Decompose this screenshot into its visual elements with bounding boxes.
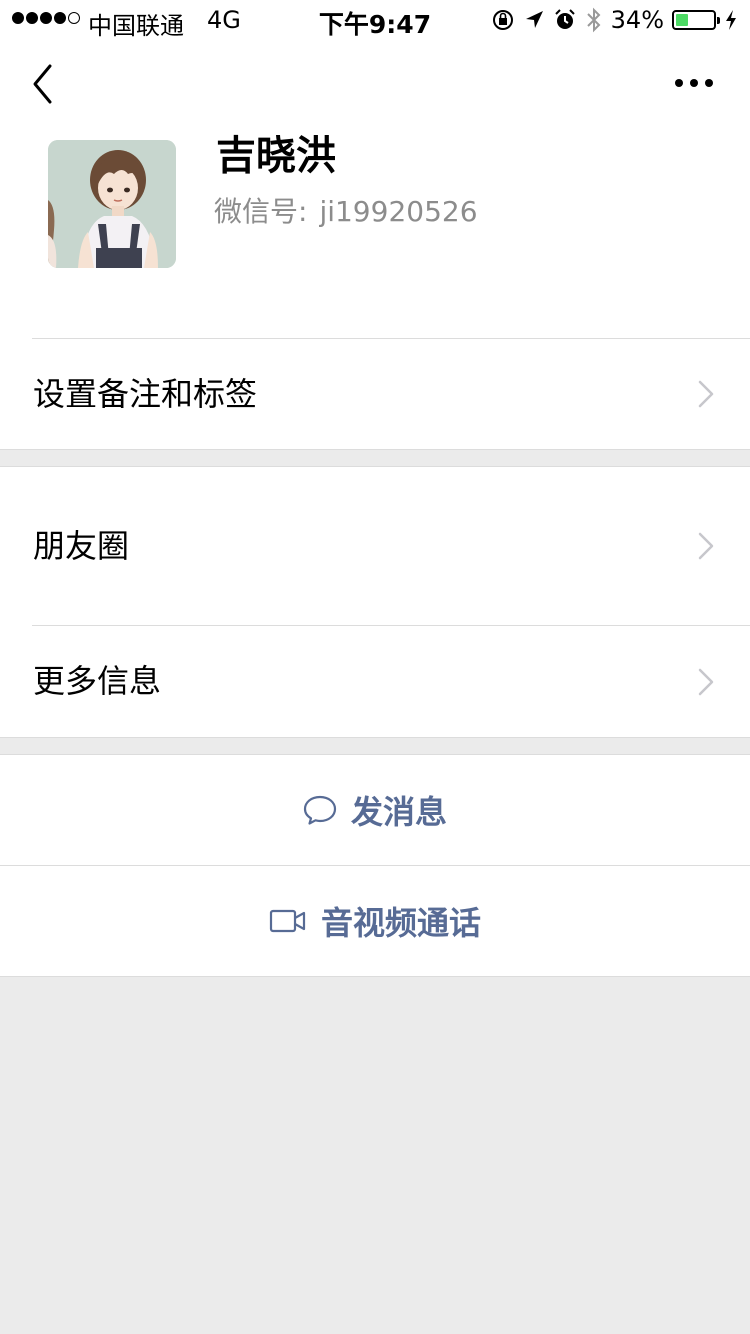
- chevron-right-icon: [698, 668, 714, 696]
- chevron-right-icon: [698, 380, 714, 408]
- divider: [0, 449, 750, 450]
- chevron-right-icon: [698, 532, 714, 560]
- more-info-label: 更多信息: [33, 662, 162, 700]
- bluetooth-icon: [586, 7, 601, 33]
- wechat-id-label: 微信号:: [214, 195, 308, 228]
- avatar[interactable]: [48, 140, 176, 268]
- send-message-button[interactable]: 发消息: [0, 755, 750, 865]
- charging-bolt-icon: [726, 10, 736, 30]
- battery-icon: [672, 10, 720, 30]
- back-button[interactable]: [30, 62, 70, 106]
- divider: [0, 737, 750, 738]
- battery-percentage: 34%: [610, 6, 664, 34]
- alarm-icon: [554, 9, 575, 29]
- battery-level-fill: [676, 14, 688, 26]
- location-arrow-icon: [525, 11, 543, 28]
- status-bar: 中国联通 4G 下午9:47 34%: [0, 0, 750, 40]
- profile-name: 吉晓洪: [216, 133, 336, 179]
- video-camera-icon: [269, 909, 306, 933]
- avatar-illustration: [48, 140, 176, 268]
- more-options-button[interactable]: [670, 76, 718, 90]
- send-message-label: 发消息: [350, 793, 447, 831]
- wechat-id: 微信号: ji19920526: [214, 192, 478, 232]
- moments-label: 朋友圈: [33, 527, 130, 565]
- video-call-button[interactable]: 音视频通话: [0, 866, 750, 976]
- more-info-row[interactable]: 更多信息: [0, 625, 750, 737]
- moments-row[interactable]: 朋友圈: [0, 467, 750, 625]
- remarks-tags-row[interactable]: 设置备注和标签: [0, 339, 750, 449]
- video-call-label: 音视频通话: [320, 904, 481, 942]
- chat-bubble-icon: [303, 795, 337, 825]
- wechat-id-value: ji19920526: [319, 195, 478, 228]
- divider: [0, 976, 750, 977]
- divider: [32, 625, 750, 626]
- orientation-lock-icon: [492, 10, 513, 30]
- remarks-tags-label: 设置备注和标签: [33, 375, 258, 413]
